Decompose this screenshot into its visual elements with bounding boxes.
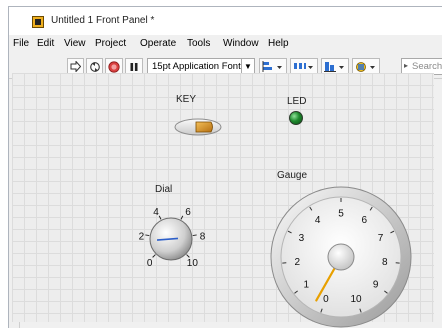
dial-control[interactable]: 0 2 4 6 8 10 bbox=[129, 197, 213, 277]
search-placeholder: Search bbox=[412, 61, 442, 72]
gauge-tick-label: 5 bbox=[338, 209, 344, 220]
menu-bar: File Edit View Project Operate Tools Win… bbox=[9, 36, 442, 53]
dial-tick bbox=[192, 234, 197, 237]
menu-project[interactable]: Project bbox=[95, 38, 126, 49]
dial-tick-label: 6 bbox=[185, 207, 191, 218]
align-objects-icon bbox=[262, 60, 282, 72]
menu-help[interactable]: Help bbox=[268, 38, 289, 49]
search-chevron-icon: ▸ bbox=[404, 61, 409, 70]
title-bar: Untitled 1 Front Panel * bbox=[9, 7, 442, 35]
gauge-tick-label: 0 bbox=[323, 294, 329, 305]
menu-view[interactable]: View bbox=[64, 38, 86, 49]
dial-tick-label: 8 bbox=[200, 231, 206, 242]
gauge-tick-label: 4 bbox=[315, 215, 321, 226]
labview-vi-icon bbox=[32, 16, 44, 28]
led-label: LED bbox=[287, 96, 307, 107]
run-arrow-icon bbox=[70, 61, 81, 72]
key-boolean-control[interactable] bbox=[174, 118, 222, 136]
menu-tools[interactable]: Tools bbox=[187, 38, 210, 49]
gauge-indicator: 0 1 2 34 5 67 8 9 10 bbox=[270, 186, 412, 328]
font-ring-value: 15pt Application Font bbox=[152, 61, 241, 72]
dial-tick bbox=[158, 215, 162, 220]
chevron-down-icon[interactable]: ▼ bbox=[241, 59, 254, 74]
dial-tick bbox=[152, 254, 156, 258]
gauge-tick-label: 9 bbox=[373, 280, 379, 291]
dial-tick-label: 4 bbox=[153, 207, 159, 218]
dial-tick bbox=[180, 215, 184, 220]
gauge-tick-label: 3 bbox=[299, 233, 305, 244]
key-label: KEY bbox=[176, 94, 197, 105]
pause-icon bbox=[130, 62, 138, 71]
dial-tick-label: 0 bbox=[147, 258, 153, 269]
gauge-tick-label: 7 bbox=[378, 233, 384, 244]
menu-edit[interactable]: Edit bbox=[37, 38, 54, 49]
gauge-label: Gauge bbox=[277, 170, 308, 181]
menu-window[interactable]: Window bbox=[223, 38, 259, 49]
window-title: Untitled 1 Front Panel * bbox=[51, 15, 155, 26]
dial-label: Dial bbox=[155, 184, 173, 195]
gauge-tick-label: 2 bbox=[294, 257, 300, 268]
dial-tick-label: 10 bbox=[187, 258, 199, 269]
dial-tick bbox=[145, 234, 150, 237]
gauge-tick-label: 1 bbox=[304, 280, 310, 291]
gauge-tick-label: 10 bbox=[350, 294, 362, 305]
abort-stop-icon bbox=[108, 60, 120, 73]
menu-file[interactable]: File bbox=[13, 38, 29, 49]
menu-operate[interactable]: Operate bbox=[140, 38, 176, 49]
gauge-tick-label: 6 bbox=[362, 215, 368, 226]
led-indicator bbox=[289, 111, 303, 125]
dial-tick-label: 2 bbox=[139, 231, 145, 242]
run-continuously-icon bbox=[89, 61, 100, 72]
reorder-icon bbox=[356, 61, 375, 72]
distribute-objects-icon bbox=[294, 62, 313, 69]
resize-objects-icon bbox=[324, 61, 344, 72]
gauge-tick-label: 8 bbox=[382, 257, 388, 268]
